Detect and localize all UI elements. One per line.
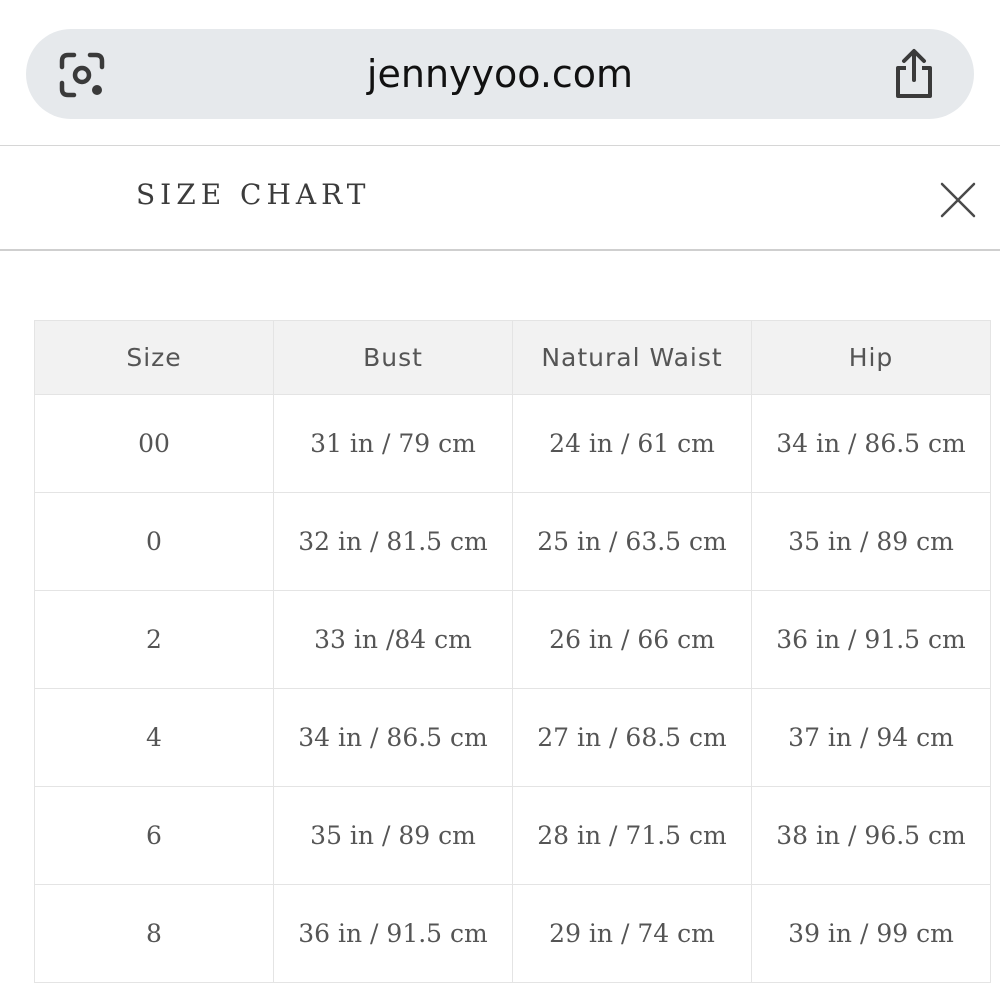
address-bar[interactable]: jennyyoo.com bbox=[26, 29, 974, 119]
cell-bust: 31 in / 79 cm bbox=[273, 394, 513, 493]
cell-natural-waist: 28 in / 71.5 cm bbox=[512, 786, 752, 885]
modal-title: SIZE CHART bbox=[136, 178, 371, 211]
modal-header-divider bbox=[0, 249, 1000, 251]
cell-natural-waist: 24 in / 61 cm bbox=[512, 394, 752, 493]
cell-hip: 34 in / 86.5 cm bbox=[751, 394, 991, 493]
cell-hip: 36 in / 91.5 cm bbox=[751, 590, 991, 689]
share-icon[interactable] bbox=[890, 48, 938, 100]
cell-bust: 33 in /84 cm bbox=[273, 590, 513, 689]
url-text[interactable]: jennyyoo.com bbox=[26, 29, 974, 119]
cell-hip: 39 in / 99 cm bbox=[751, 884, 991, 983]
header-hip: Hip bbox=[751, 320, 991, 395]
header-size: Size bbox=[34, 320, 274, 395]
table-row: 6 35 in / 89 cm 28 in / 71.5 cm 38 in / … bbox=[34, 786, 991, 885]
table-row: 2 33 in /84 cm 26 in / 66 cm 36 in / 91.… bbox=[34, 590, 991, 689]
cell-size: 4 bbox=[34, 688, 274, 787]
cell-natural-waist: 29 in / 74 cm bbox=[512, 884, 752, 983]
table-row: 4 34 in / 86.5 cm 27 in / 68.5 cm 37 in … bbox=[34, 688, 991, 787]
table-row: 0 32 in / 81.5 cm 25 in / 63.5 cm 35 in … bbox=[34, 492, 991, 591]
table-row: 8 36 in / 91.5 cm 29 in / 74 cm 39 in / … bbox=[34, 884, 991, 983]
cell-bust: 34 in / 86.5 cm bbox=[273, 688, 513, 787]
cell-natural-waist: 27 in / 68.5 cm bbox=[512, 688, 752, 787]
header-bust: Bust bbox=[273, 320, 513, 395]
cell-hip: 37 in / 94 cm bbox=[751, 688, 991, 787]
close-icon[interactable] bbox=[938, 180, 978, 220]
header-natural-waist: Natural Waist bbox=[512, 320, 752, 395]
size-chart-table: Size Bust Natural Waist Hip 00 31 in / 7… bbox=[34, 320, 991, 983]
cell-natural-waist: 26 in / 66 cm bbox=[512, 590, 752, 689]
cell-size: 6 bbox=[34, 786, 274, 885]
cell-size: 0 bbox=[34, 492, 274, 591]
cell-size: 2 bbox=[34, 590, 274, 689]
cell-bust: 36 in / 91.5 cm bbox=[273, 884, 513, 983]
cell-bust: 32 in / 81.5 cm bbox=[273, 492, 513, 591]
table-header-row: Size Bust Natural Waist Hip bbox=[34, 320, 991, 395]
cell-size: 8 bbox=[34, 884, 274, 983]
browser-divider bbox=[0, 145, 1000, 146]
cell-bust: 35 in / 89 cm bbox=[273, 786, 513, 885]
cell-size: 00 bbox=[34, 394, 274, 493]
table-row: 00 31 in / 79 cm 24 in / 61 cm 34 in / 8… bbox=[34, 394, 991, 493]
cell-hip: 38 in / 96.5 cm bbox=[751, 786, 991, 885]
cell-hip: 35 in / 89 cm bbox=[751, 492, 991, 591]
cell-natural-waist: 25 in / 63.5 cm bbox=[512, 492, 752, 591]
